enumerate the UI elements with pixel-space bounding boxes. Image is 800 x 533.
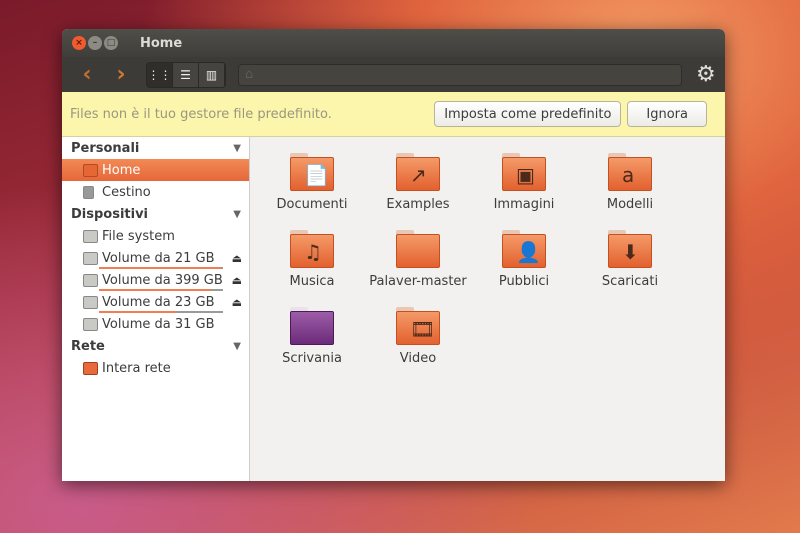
drive-icon xyxy=(83,273,98,287)
window-title: Home xyxy=(140,35,183,51)
folder-emblem-icon: 👤 xyxy=(516,240,541,264)
gear-icon[interactable]: ⚙ xyxy=(696,62,716,87)
close-button[interactable]: × xyxy=(72,36,86,50)
folder-emblem-icon: ⬇ xyxy=(622,240,639,264)
grid-view-button[interactable]: ⋮⋮ xyxy=(147,62,173,87)
sidebar-item-label: File system xyxy=(102,228,175,244)
folder-emblem-icon: ▣ xyxy=(516,163,535,187)
folder-label: Musica xyxy=(289,274,335,289)
folder-label: Immagini xyxy=(493,197,555,212)
folder-emblem-icon: 📄 xyxy=(304,163,329,187)
info-message: Files non è il tuo gestore file predefin… xyxy=(70,106,332,122)
collapse-triangle-icon[interactable]: ▼ xyxy=(233,143,241,154)
titlebar: × – □ Home xyxy=(62,29,725,57)
sidebar-item[interactable]: Volume da 31 GB xyxy=(62,313,249,335)
folder-label: Palaver-master xyxy=(369,274,467,289)
folder-icon xyxy=(396,230,440,268)
folder-label: Scrivania xyxy=(282,351,342,366)
folder-icon: ▣ xyxy=(502,153,546,191)
folder-item[interactable]: ⬇ Scaricati xyxy=(580,230,680,289)
section-title: Dispositivi xyxy=(71,206,149,222)
folder-label: Video xyxy=(399,351,437,366)
folder-item[interactable]: ♫ Musica xyxy=(262,230,362,289)
trash-icon xyxy=(83,185,94,199)
file-grid: 📄 Documenti ↗ Examples ▣ Immagini a Modelli ♫ Mus… xyxy=(250,137,725,481)
path-bar[interactable]: ⌂ xyxy=(238,63,682,86)
folder-emblem-icon: ↗ xyxy=(410,163,427,187)
folder-item[interactable]: 🎞 Video xyxy=(368,307,468,366)
list-view-button[interactable]: ☰ xyxy=(173,62,199,87)
sidebar-item-label: Cestino xyxy=(102,184,151,200)
maximize-button[interactable]: □ xyxy=(104,36,118,50)
sidebar-item-label: Intera rete xyxy=(102,360,171,376)
collapse-triangle-icon[interactable]: ▼ xyxy=(233,341,241,352)
drive-icon xyxy=(83,229,98,243)
sidebar-item[interactable]: Volume da 399 GB ⏏ xyxy=(62,269,249,291)
folder-icon: ↗ xyxy=(396,153,440,191)
sidebar-item-label: Volume da 31 GB xyxy=(102,316,215,332)
toolbar: ‹ › ⋮⋮ ☰ ▥ ⌂ ⚙ xyxy=(62,57,725,92)
eject-icon[interactable]: ⏏ xyxy=(232,252,242,265)
folder-icon: ♫ xyxy=(290,230,334,268)
back-button[interactable]: ‹ xyxy=(70,62,104,87)
file-manager-window: × – □ Home ‹ › ⋮⋮ ☰ ▥ ⌂ ⚙ Files non è il… xyxy=(62,29,725,481)
sidebar-item[interactable]: Volume da 23 GB ⏏ xyxy=(62,291,249,313)
drive-icon xyxy=(83,251,98,265)
sidebar-item-label: Volume da 399 GB xyxy=(102,272,223,288)
folder-label: Modelli xyxy=(606,197,654,212)
folder-emblem-icon: 🎞 xyxy=(410,317,436,341)
sidebar-item-label: Home xyxy=(102,162,141,178)
sidebar-item[interactable]: Home xyxy=(62,159,249,181)
folder-item[interactable]: ▣ Immagini xyxy=(474,153,574,212)
collapse-triangle-icon[interactable]: ▼ xyxy=(233,209,241,220)
folder-item[interactable]: 📄 Documenti xyxy=(262,153,362,212)
set-default-button[interactable]: Imposta come predefinito xyxy=(434,101,622,127)
forward-button[interactable]: › xyxy=(104,62,138,87)
folder-emblem-icon: ♫ xyxy=(304,240,322,264)
sidebar: Personali ▼ Home Cestino Dispositivi ▼ File sy… xyxy=(62,137,250,481)
info-bar: Files non è il tuo gestore file predefin… xyxy=(62,92,725,137)
eject-icon[interactable]: ⏏ xyxy=(232,274,242,287)
sidebar-item-label: Volume da 23 GB xyxy=(102,294,215,310)
folder-label: Documenti xyxy=(276,197,348,212)
folder-icon: 👤 xyxy=(502,230,546,268)
section-title: Rete xyxy=(71,338,105,354)
drive-icon xyxy=(83,317,98,331)
folder-icon xyxy=(290,307,334,345)
folder-icon: a xyxy=(608,153,652,191)
folder-label: Pubblici xyxy=(498,274,550,289)
folder-label: Examples xyxy=(386,197,450,212)
column-view-button[interactable]: ▥ xyxy=(199,62,225,87)
sidebar-item[interactable]: Volume da 21 GB ⏏ xyxy=(62,247,249,269)
home-folder-icon xyxy=(83,163,98,177)
ignore-button[interactable]: Ignora xyxy=(627,101,707,127)
folder-label: Scaricati xyxy=(601,274,659,289)
folder-emblem-icon: a xyxy=(622,163,635,187)
eject-icon[interactable]: ⏏ xyxy=(232,296,242,309)
section-title: Personali xyxy=(71,140,140,156)
sidebar-item[interactable]: Intera rete xyxy=(62,357,249,379)
folder-item[interactable]: Palaver-master xyxy=(368,230,468,289)
sidebar-item[interactable]: File system xyxy=(62,225,249,247)
folder-item[interactable]: Scrivania xyxy=(262,307,362,366)
sidebar-section-header[interactable]: Personali ▼ xyxy=(62,137,249,159)
minimize-button[interactable]: – xyxy=(88,36,102,50)
folder-icon: 🎞 xyxy=(396,307,440,345)
sidebar-item-label: Volume da 21 GB xyxy=(102,250,215,266)
drive-icon xyxy=(83,295,98,309)
sidebar-item[interactable]: Cestino xyxy=(62,181,249,203)
sidebar-section-header[interactable]: Dispositivi ▼ xyxy=(62,203,249,225)
folder-item[interactable]: ↗ Examples xyxy=(368,153,468,212)
folder-icon: ⬇ xyxy=(608,230,652,268)
sidebar-section-header[interactable]: Rete ▼ xyxy=(62,335,249,357)
network-icon xyxy=(83,361,98,375)
view-switcher: ⋮⋮ ☰ ▥ xyxy=(146,61,226,88)
folder-item[interactable]: a Modelli xyxy=(580,153,680,212)
home-icon[interactable]: ⌂ xyxy=(245,67,253,82)
folder-icon: 📄 xyxy=(290,153,334,191)
folder-item[interactable]: 👤 Pubblici xyxy=(474,230,574,289)
